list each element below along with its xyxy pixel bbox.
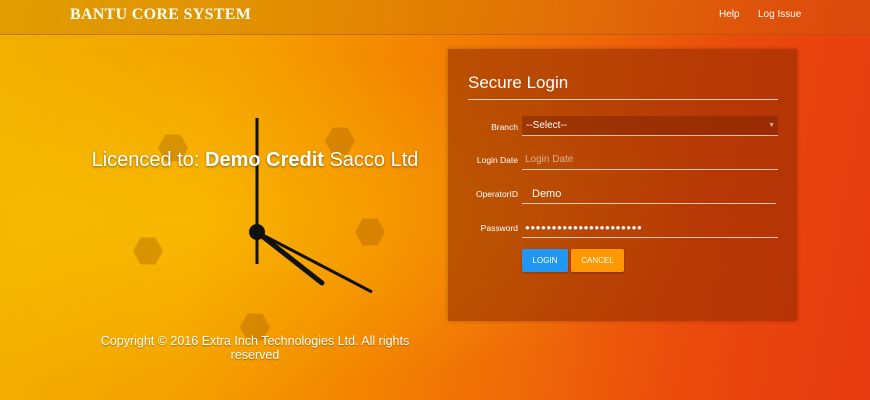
password-label: Password <box>480 223 518 233</box>
decorative-hexagon <box>355 218 385 246</box>
help-link[interactable]: Help <box>719 9 740 20</box>
login-panel: Secure Login Branch --Select-- ▼ Login D… <box>448 49 797 321</box>
copyright-text: Copyright © 2016 Extra Inch Technologies… <box>100 334 410 362</box>
log-issue-link[interactable]: Log Issue <box>758 9 801 20</box>
title-divider <box>468 99 778 100</box>
licence-name: Demo Credit <box>205 149 324 171</box>
password-input[interactable]: ●●●●●●●●●●●●●●●●●●●●●● <box>522 218 778 238</box>
operator-id-label: OperatorID <box>475 189 518 199</box>
decorative-hexagon <box>133 237 163 265</box>
clock-hour-hand <box>254 229 325 286</box>
clock-second-hand <box>256 230 373 294</box>
login-date-label: Login Date <box>476 155 518 165</box>
clock-center-pin <box>249 224 265 240</box>
brand-title: BANTU CORE SYSTEM <box>70 6 252 23</box>
licence-suffix: Sacco Ltd <box>323 149 419 171</box>
licence-text: Licenced to: Demo Credit Sacco Ltd <box>70 145 440 175</box>
chevron-down-icon: ▼ <box>768 122 775 129</box>
branch-selected-value: --Select-- <box>526 120 568 131</box>
operator-id-input[interactable]: Demo <box>522 184 776 204</box>
branch-select[interactable]: --Select-- ▼ <box>522 116 778 136</box>
cancel-button[interactable]: CANCEL <box>571 249 624 272</box>
login-title: Secure Login <box>468 73 569 92</box>
login-button[interactable]: LOGIN <box>522 249 568 272</box>
top-navbar: BANTU CORE SYSTEM Help Log Issue <box>0 0 870 35</box>
licence-prefix: Licenced to: <box>91 149 205 171</box>
login-date-input[interactable] <box>522 150 778 170</box>
branch-label: Branch <box>491 122 518 132</box>
